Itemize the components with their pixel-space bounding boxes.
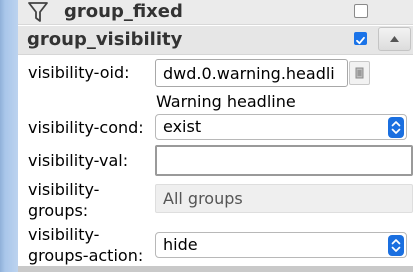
- visibility-cond-value: exist: [163, 117, 202, 136]
- visibility-groups-label-line2: groups:: [28, 201, 89, 220]
- group-fixed-checkbox[interactable]: [354, 4, 368, 18]
- visibility-oid-label: visibility-oid:: [28, 63, 130, 82]
- left-edge-strip: [0, 0, 18, 272]
- updown-chevron-icon: [388, 235, 404, 256]
- visibility-oid-hint: Warning headline: [156, 92, 296, 111]
- visibility-groups-field[interactable]: All groups: [155, 184, 413, 213]
- oid-picker-button[interactable]: [349, 61, 370, 85]
- visibility-cond-select[interactable]: exist: [155, 114, 407, 140]
- visibility-groups-action-select[interactable]: hide: [155, 232, 407, 258]
- visibility-groups-action-label-line2: groups-action:: [28, 246, 144, 265]
- bottom-group-header: [18, 266, 413, 272]
- properties-panel: group_fixed group_visibility visibility-…: [18, 0, 413, 272]
- visibility-val-label: visibility-val:: [28, 151, 129, 170]
- checkmark-icon: [356, 36, 365, 45]
- visibility-val-input[interactable]: [155, 145, 413, 176]
- visibility-oid-input[interactable]: dwd.0.warning.headli: [155, 59, 348, 87]
- list-icon: [355, 67, 364, 79]
- updown-chevron-icon: [388, 117, 404, 138]
- filter-icon: [28, 2, 48, 22]
- group-visibility-label: group_visibility: [27, 29, 183, 50]
- visibility-oid-value: dwd.0.warning.headli: [163, 64, 335, 83]
- visibility-groups-action-value: hide: [163, 235, 198, 254]
- visibility-groups-action-label-line1: visibility-: [28, 225, 100, 244]
- visibility-groups-label-line1: visibility-: [28, 180, 100, 199]
- collapse-group-button[interactable]: [378, 27, 411, 51]
- group-visibility-checkbox[interactable]: [354, 32, 367, 45]
- chevron-up-icon: [390, 36, 399, 42]
- visibility-groups-value: All groups: [163, 189, 243, 208]
- group-fixed-header[interactable]: group_fixed: [18, 0, 413, 25]
- visibility-cond-label: visibility-cond:: [28, 118, 144, 137]
- group-fixed-label: group_fixed: [64, 1, 183, 22]
